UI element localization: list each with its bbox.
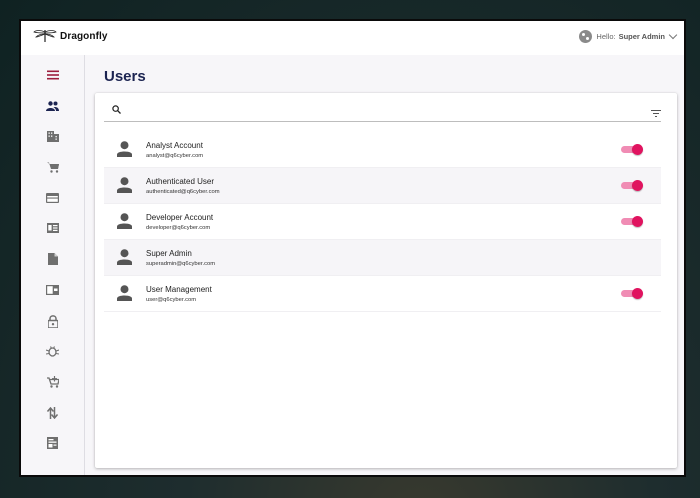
list-item[interactable]: Super Admin superadmin@q6cyber.com xyxy=(104,240,661,276)
list-item[interactable]: Authenticated User authenticated@q6cyber… xyxy=(104,168,661,204)
list-item[interactable]: Analyst Account analyst@q6cyber.com xyxy=(104,132,661,168)
sidebar-item-payments[interactable] xyxy=(21,188,84,208)
users-card: Analyst Account analyst@q6cyber.com Auth… xyxy=(95,93,677,468)
sidebar-item-shop[interactable] xyxy=(21,157,84,177)
person-icon xyxy=(117,141,132,157)
document-icon xyxy=(47,253,58,265)
user-email: authenticated@q6cyber.com xyxy=(146,189,220,195)
sidebar-item-security[interactable] xyxy=(21,311,84,331)
person-icon xyxy=(117,177,132,193)
user-enabled-toggle[interactable] xyxy=(621,144,643,155)
sidebar-item-orders[interactable] xyxy=(21,372,84,392)
dragonfly-icon xyxy=(33,30,57,42)
user-name: Super Admin xyxy=(146,249,192,258)
sidebar-item-threats[interactable] xyxy=(21,341,84,361)
list-item[interactable]: User Management user@q6cyber.com xyxy=(104,276,661,312)
page-title: Users xyxy=(104,68,146,85)
bug-icon xyxy=(46,345,59,357)
user-enabled-toggle[interactable] xyxy=(621,180,643,191)
filter-icon[interactable] xyxy=(651,110,661,117)
id-card-icon xyxy=(46,223,59,233)
search-bar xyxy=(104,99,661,122)
user-email: developer@q6cyber.com xyxy=(146,225,211,231)
user-name: Authenticated User xyxy=(146,177,215,186)
top-bar: Dragonfly Hello: Super Admin xyxy=(21,21,684,55)
sidebar-item-documents[interactable] xyxy=(21,249,84,269)
sidebar-item-wallet[interactable] xyxy=(21,280,84,300)
cart-icon xyxy=(46,162,59,173)
chevron-down-icon xyxy=(668,30,678,40)
lock-icon xyxy=(47,314,58,328)
user-name: Developer Account xyxy=(146,213,214,222)
credit-card-icon xyxy=(46,193,59,203)
toggle-thumb xyxy=(632,144,643,155)
sidebar-menu-toggle[interactable] xyxy=(21,65,84,85)
sidebar xyxy=(21,55,85,475)
menu-icon xyxy=(46,70,59,80)
person-icon xyxy=(117,213,132,229)
receipt-icon xyxy=(47,437,58,449)
brand-logo[interactable]: Dragonfly xyxy=(33,29,108,43)
user-greeting: Hello: xyxy=(596,32,616,41)
user-enabled-toggle[interactable] xyxy=(621,288,643,299)
user-name: User Management xyxy=(146,285,212,294)
sidebar-item-organizations[interactable] xyxy=(21,126,84,146)
cart-add-icon xyxy=(46,376,59,388)
avatar-icon xyxy=(579,30,593,43)
user-email: user@q6cyber.com xyxy=(146,297,197,303)
toggle-thumb xyxy=(632,180,643,191)
toggle-thumb xyxy=(632,288,643,299)
sidebar-item-reports[interactable] xyxy=(21,433,84,453)
user-email: analyst@q6cyber.com xyxy=(146,153,204,159)
person-icon xyxy=(117,249,132,265)
user-name: Analyst Account xyxy=(146,141,203,150)
list-item[interactable]: Developer Account developer@q6cyber.com xyxy=(104,204,661,240)
person-icon xyxy=(117,285,132,301)
transfer-icon xyxy=(47,407,58,419)
user-enabled-toggle[interactable] xyxy=(621,216,643,227)
user-name: Super Admin xyxy=(618,32,665,41)
sidebar-item-identities[interactable] xyxy=(21,218,84,238)
toggle-thumb xyxy=(632,216,643,227)
sidebar-item-transfers[interactable] xyxy=(21,403,84,423)
brand-name: Dragonfly xyxy=(60,30,108,42)
users-icon xyxy=(46,101,59,111)
sidebar-item-users[interactable] xyxy=(21,96,84,116)
search-input[interactable] xyxy=(128,102,612,118)
user-email: superadmin@q6cyber.com xyxy=(146,261,216,267)
users-list: Analyst Account analyst@q6cyber.com Auth… xyxy=(104,132,661,312)
main-content: Users Analyst Account analyst@q6cyber.co… xyxy=(85,55,684,475)
user-menu[interactable]: Hello: Super Admin xyxy=(579,30,678,43)
app-window: Dragonfly Hello: Super Admin Users Analy… xyxy=(19,19,686,477)
search-icon xyxy=(112,105,121,114)
building-icon xyxy=(46,130,59,142)
wallet-icon xyxy=(46,285,59,295)
